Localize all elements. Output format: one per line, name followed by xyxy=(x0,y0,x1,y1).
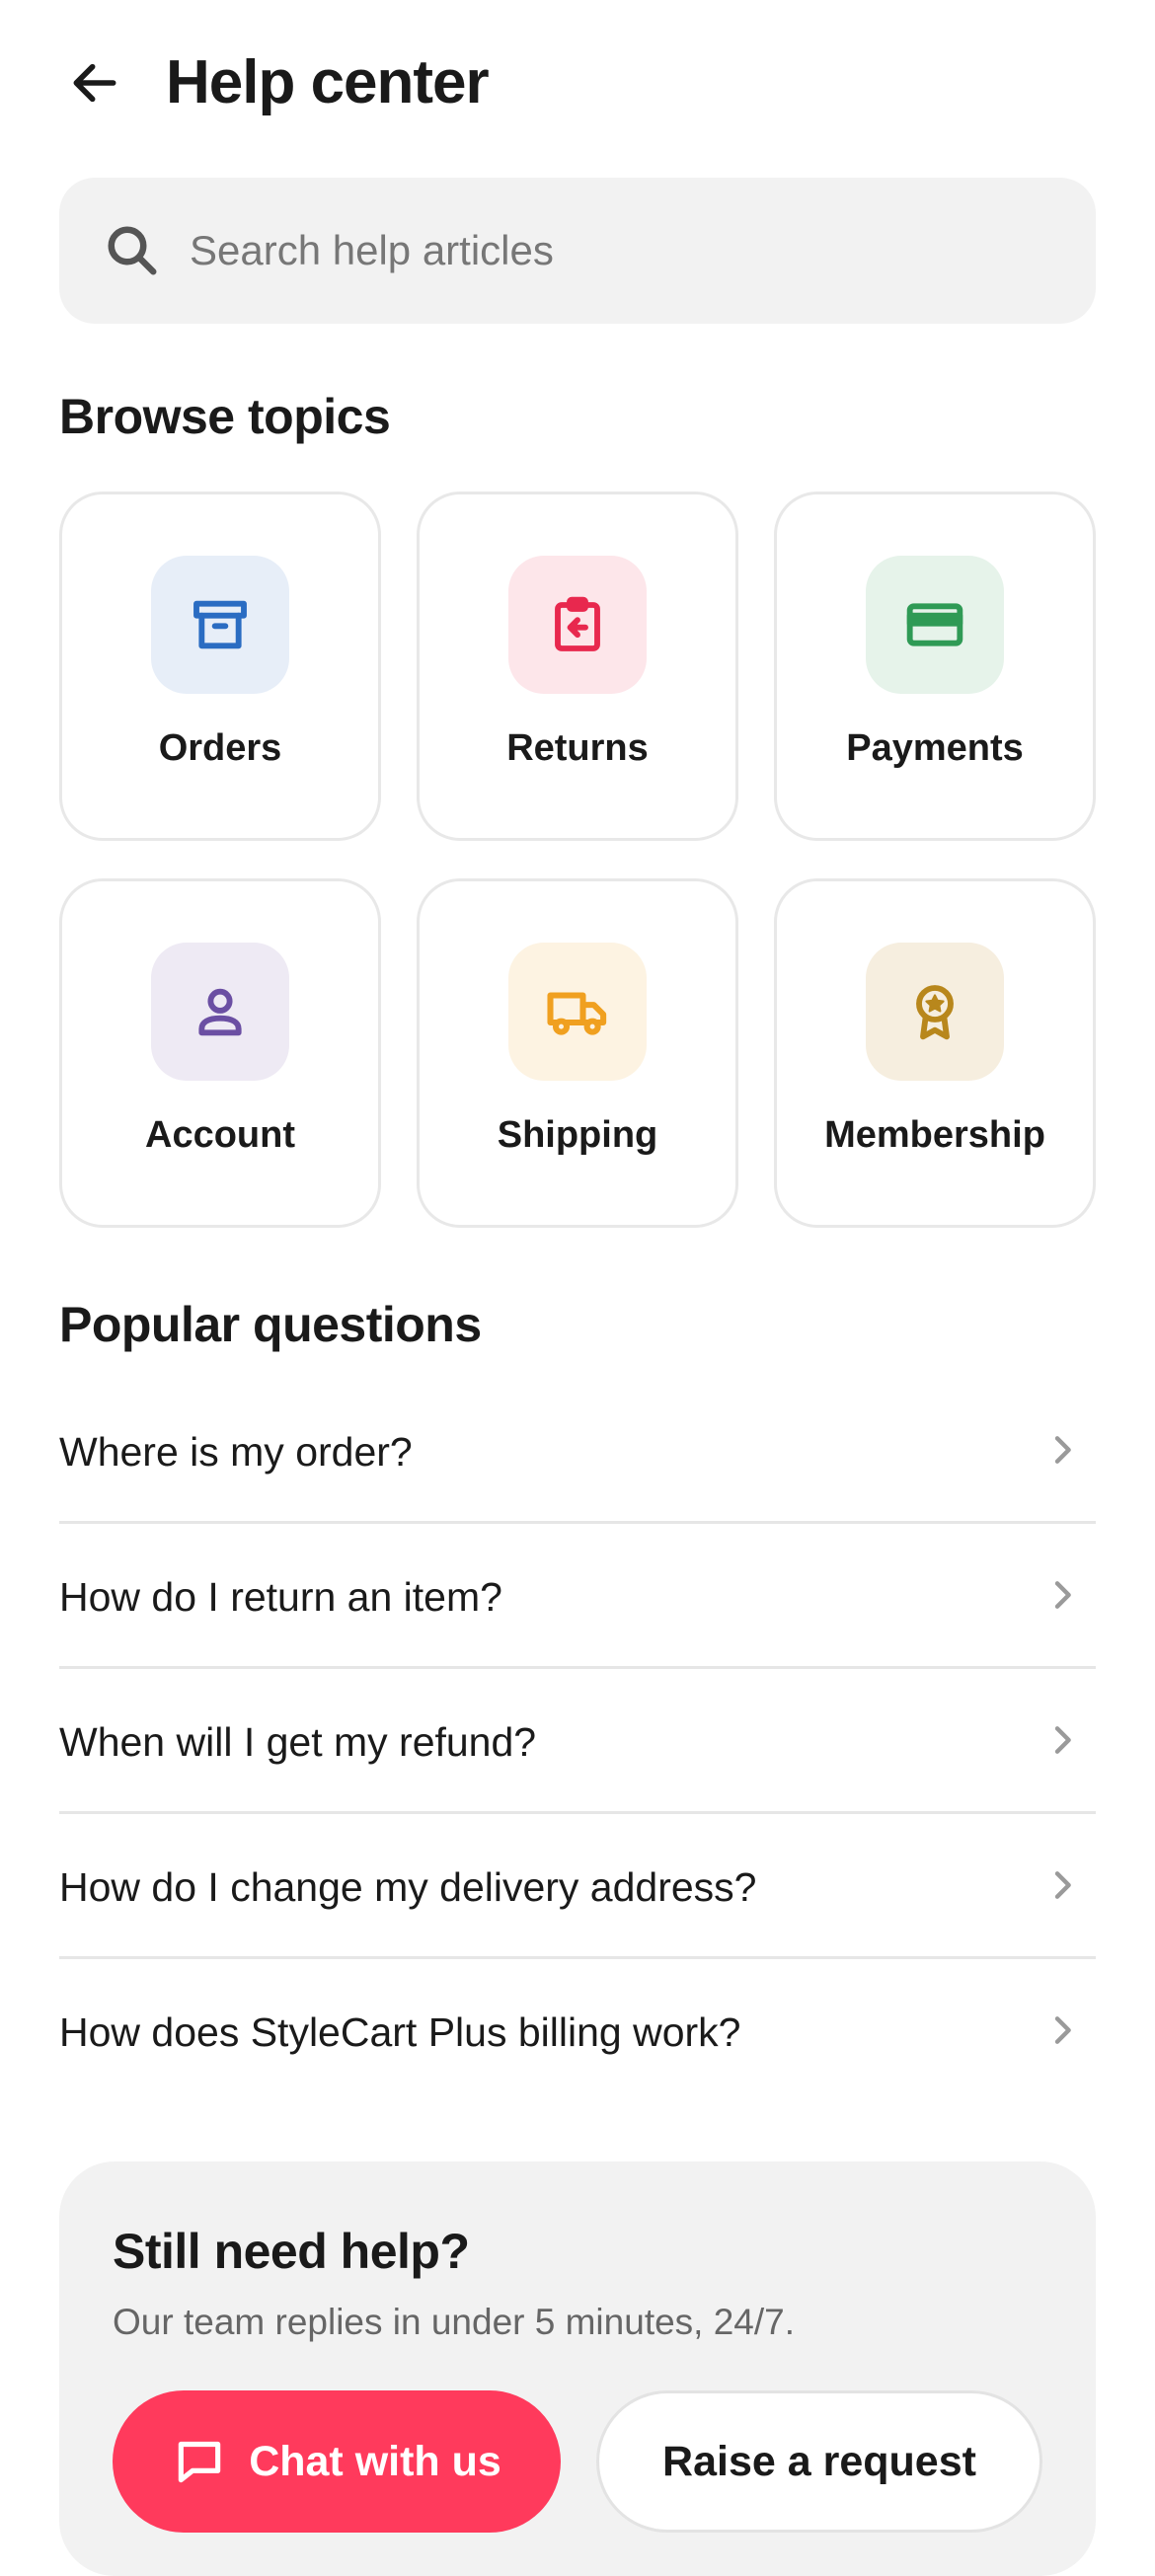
browse-topics-heading: Browse topics xyxy=(59,389,391,444)
faq-item[interactable]: Where is my order? xyxy=(59,1379,1096,1524)
app-header: Help center xyxy=(0,0,1155,168)
archive-box-icon xyxy=(193,600,247,649)
raise-request-button[interactable]: Raise a request xyxy=(596,2390,1042,2533)
chevron-right-icon xyxy=(1054,1871,1071,1899)
topic-card-payments[interactable]: Payments xyxy=(774,492,1096,841)
topic-card-shipping[interactable]: Shipping xyxy=(417,878,738,1228)
chevron-right-icon xyxy=(1054,1726,1071,1754)
topic-label: Returns xyxy=(506,727,649,769)
help-card-subtitle: Our team replies in under 5 minutes, 24/… xyxy=(113,2302,796,2342)
faq-item[interactable]: When will I get my refund? xyxy=(59,1669,1096,1814)
chevron-right-icon xyxy=(1054,1436,1071,1464)
popular-questions-heading: Popular questions xyxy=(59,1297,482,1352)
help-card-title: Still need help? xyxy=(113,2224,470,2279)
faq-list: Where is my order? How do I return an it… xyxy=(59,1379,1096,2104)
chevron-right-icon xyxy=(1054,2016,1071,2044)
faq-question: Where is my order? xyxy=(59,1429,413,1475)
search-input[interactable] xyxy=(190,178,1096,324)
topic-icon-container xyxy=(866,943,1004,1081)
topic-icon-container xyxy=(508,943,647,1081)
faq-question: When will I get my refund? xyxy=(59,1719,537,1765)
user-icon xyxy=(198,988,242,1036)
faq-item[interactable]: How does StyleCart Plus billing work? xyxy=(59,1959,1096,2104)
credit-card-icon xyxy=(906,603,963,646)
topic-card-membership[interactable]: Membership xyxy=(774,878,1096,1228)
page-title: Help center xyxy=(166,48,490,116)
faq-question: How do I return an item? xyxy=(59,1574,502,1620)
request-button-label: Raise a request xyxy=(662,2437,976,2485)
topic-card-orders[interactable]: Orders xyxy=(59,492,381,841)
topics-grid: Orders Returns Payments Account Shipping… xyxy=(59,492,1096,1228)
topic-icon-container xyxy=(508,556,647,694)
faq-item[interactable]: How do I change my delivery address? xyxy=(59,1814,1096,1959)
topic-card-returns[interactable]: Returns xyxy=(417,492,738,841)
faq-question: How does StyleCart Plus billing work? xyxy=(59,2009,741,2055)
chevron-right-icon xyxy=(1054,1581,1071,1609)
arrow-left-icon xyxy=(73,63,116,103)
truck-icon xyxy=(547,992,607,1035)
topic-label: Account xyxy=(145,1114,295,1156)
award-badge-icon xyxy=(916,985,954,1040)
faq-item[interactable]: How do I return an item? xyxy=(59,1524,1096,1669)
clipboard-return-icon xyxy=(555,596,600,651)
topic-label: Payments xyxy=(846,727,1024,769)
topic-icon-container xyxy=(866,556,1004,694)
back-button[interactable] xyxy=(55,43,134,122)
topic-label: Orders xyxy=(158,727,282,769)
chat-bubble-icon xyxy=(178,2441,221,2483)
topic-card-account[interactable]: Account xyxy=(59,878,381,1228)
chat-button-label: Chat with us xyxy=(249,2437,501,2485)
topic-label: Membership xyxy=(824,1114,1045,1156)
topic-icon-container xyxy=(151,556,289,694)
chat-with-us-button[interactable]: Chat with us xyxy=(113,2390,561,2533)
faq-question: How do I change my delivery address? xyxy=(59,1864,757,1910)
contact-support-card: Still need help? Our team replies in und… xyxy=(59,2161,1096,2576)
search-bar[interactable] xyxy=(59,178,1096,324)
search-icon xyxy=(108,226,157,275)
topic-label: Shipping xyxy=(497,1114,658,1156)
topic-icon-container xyxy=(151,943,289,1081)
